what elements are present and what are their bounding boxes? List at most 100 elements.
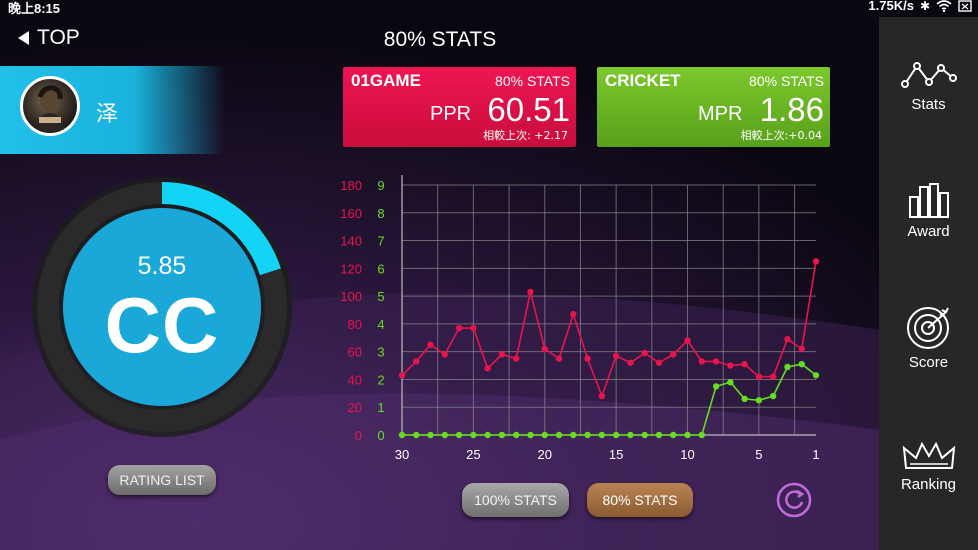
data-point [441, 351, 449, 358]
y-tick-left: 20 [348, 400, 362, 415]
refresh-icon[interactable] [776, 482, 812, 518]
y-tick-left: 100 [340, 289, 362, 304]
sidebar-item-ranking[interactable]: Ranking [879, 440, 978, 493]
sidebar-item-label: Stats [911, 96, 946, 113]
data-point [398, 431, 406, 439]
sidebar-item-stats[interactable]: Stats [879, 58, 978, 113]
bluetooth-icon: ✱ [919, 0, 930, 13]
data-point [584, 355, 591, 362]
status-time: 晚上8:15 [8, 1, 61, 16]
data-point [398, 372, 406, 379]
y-tick-right: 7 [377, 234, 384, 249]
data-point [513, 431, 520, 439]
data-point [641, 349, 648, 357]
x-tick: 15 [609, 447, 623, 462]
y-tick-right: 2 [377, 372, 384, 387]
data-point [555, 431, 563, 439]
data-point [413, 358, 420, 365]
data-point [427, 341, 434, 348]
data-point [455, 431, 463, 439]
data-point [612, 431, 620, 439]
card-cricket-label: MPR [698, 103, 743, 125]
card-cricket-title: CRICKET [605, 71, 681, 90]
ranking-icon [902, 441, 955, 469]
sidebar-item-label: Score [908, 354, 949, 371]
sidebar-item-award[interactable]: Award [879, 183, 978, 240]
x-tick: 25 [466, 447, 480, 462]
y-tick-left: 160 [340, 206, 362, 221]
data-point [698, 358, 705, 365]
stats-100-button[interactable]: 100% STATS [462, 483, 569, 517]
data-point [727, 362, 734, 369]
data-point [598, 431, 606, 439]
data-point [455, 324, 463, 332]
y-tick-right: 0 [377, 428, 384, 443]
data-point [513, 355, 520, 362]
x-tick: 30 [395, 447, 409, 462]
series-line [401, 261, 817, 399]
status-icons: 1.75K/s ✱ [868, 0, 972, 13]
data-point [812, 372, 820, 379]
data-point [712, 358, 720, 365]
y-tick-right: 4 [377, 317, 384, 332]
avatar-photo-icon [35, 85, 65, 133]
data-point [527, 431, 534, 439]
card-cricket: CRICKET 80% STATS MPR 1.86 相較上次:+0.04 [597, 67, 830, 147]
sidebar-item-score[interactable]: Score [879, 306, 978, 371]
data-point [684, 431, 691, 439]
data-point [684, 337, 691, 344]
card-01game-title: 01GAME [351, 71, 421, 90]
x-tick: 5 [755, 447, 762, 462]
y-tick-left: 180 [340, 178, 362, 193]
data-point [498, 431, 506, 439]
avatar[interactable] [20, 76, 80, 136]
sidebar-item-label: Award [907, 223, 950, 240]
data-point [541, 345, 548, 353]
network-speed: 1.75K/s [868, 0, 914, 13]
data-point [470, 324, 477, 332]
data-point [812, 258, 820, 265]
data-point [755, 397, 763, 404]
sim-icon [958, 0, 972, 12]
data-point [570, 431, 577, 439]
y-tick-right: 8 [377, 206, 384, 221]
data-point [484, 365, 491, 372]
data-point [427, 431, 434, 439]
data-point [413, 431, 420, 439]
y-tick-right: 1 [377, 400, 384, 415]
y-tick-left: 60 [348, 345, 362, 360]
data-point [727, 379, 734, 386]
data-point [498, 351, 506, 358]
card-01game: 01GAME 80% STATS PPR 60.51 相較上次: +2.17 [343, 67, 576, 147]
x-tick: 1 [812, 447, 819, 462]
card-cricket-value: 1.86 [759, 91, 824, 128]
rating-list-button[interactable]: RATING LIST [108, 465, 216, 495]
data-point [798, 360, 805, 368]
data-point [798, 345, 805, 353]
y-tick-left: 140 [340, 234, 362, 249]
x-tick: 20 [538, 447, 552, 462]
rating-grade: CC [104, 281, 220, 369]
data-point [627, 431, 634, 439]
data-point [670, 351, 677, 358]
data-point [655, 359, 663, 366]
stats-icon [900, 62, 957, 88]
data-point [541, 431, 548, 439]
sidebar-item-label: Ranking [900, 476, 957, 493]
data-point [598, 392, 606, 400]
card-01game-compare: 相較上次: +2.17 [483, 129, 568, 142]
y-tick-right: 6 [377, 261, 384, 276]
stats-80-button[interactable]: 80% STATS [587, 483, 693, 517]
data-point [584, 431, 591, 439]
data-point [769, 392, 777, 400]
data-point [755, 373, 763, 380]
data-point [670, 431, 677, 439]
data-point [741, 360, 748, 368]
y-tick-left: 120 [340, 261, 362, 276]
card-01game-stats: 80% STATS [495, 73, 570, 89]
rating-value: 5.85 [137, 252, 187, 280]
wifi-icon [936, 0, 952, 12]
data-point [741, 395, 748, 403]
data-point [641, 431, 648, 439]
data-point [655, 431, 663, 439]
